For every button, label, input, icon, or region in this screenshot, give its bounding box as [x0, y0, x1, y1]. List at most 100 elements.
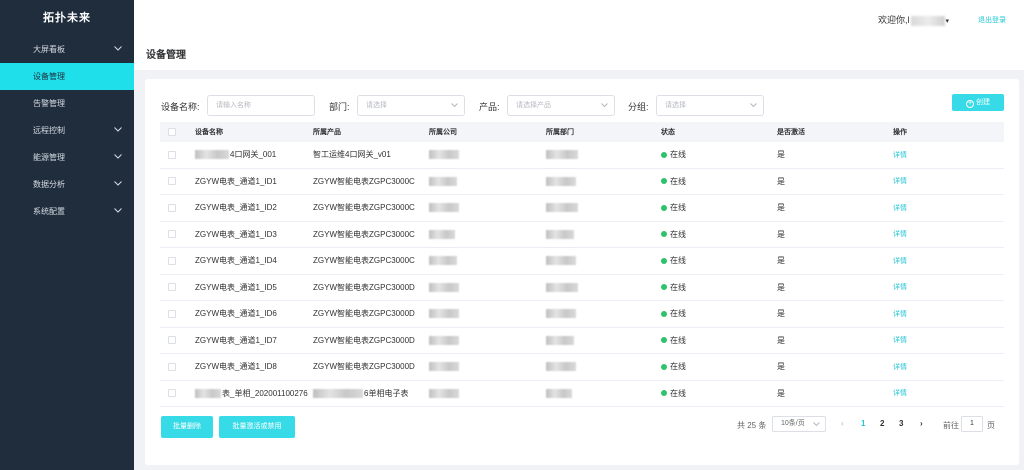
- details-link[interactable]: 详情: [893, 150, 907, 160]
- details-link[interactable]: 详情: [893, 309, 907, 319]
- details-link[interactable]: 详情: [893, 362, 907, 372]
- online-status-dot: [661, 204, 667, 211]
- details-link[interactable]: 详情: [893, 203, 907, 213]
- row-checkbox[interactable]: [168, 203, 176, 212]
- online-status-dot: [661, 231, 667, 238]
- goto-label: 前往: [943, 421, 959, 430]
- group-select[interactable]: 请选择: [656, 95, 764, 116]
- user-dropdown-icon[interactable]: ▾: [945, 18, 949, 25]
- company-cell: [429, 222, 455, 248]
- activated-cell: 是: [777, 301, 785, 327]
- row-checkbox[interactable]: [168, 150, 176, 159]
- redacted-text: [546, 388, 572, 398]
- product-cell: ZGYW智能电表ZGPC3000C: [313, 222, 415, 248]
- sidebar-item-label: 告警管理: [33, 99, 65, 108]
- row-checkbox-cell: [168, 169, 176, 195]
- redacted-text: [313, 388, 363, 398]
- brand-logo: 拓扑未来: [43, 12, 91, 24]
- device-name: ZGYW电表_通道1_ID8: [195, 362, 277, 372]
- row-checkbox[interactable]: [168, 230, 176, 239]
- device-name: ZGYW电表_通道1_ID5: [195, 282, 277, 292]
- redacted-text: [429, 335, 459, 345]
- details-link[interactable]: 详情: [893, 229, 907, 239]
- action-cell: 详情: [893, 248, 907, 274]
- company-cell: [429, 248, 457, 274]
- prev-page-icon[interactable]: ‹: [841, 419, 844, 428]
- row-checkbox[interactable]: [168, 389, 176, 398]
- row-checkbox[interactable]: [168, 283, 176, 292]
- batch-delete-button[interactable]: 批量删除: [161, 416, 213, 438]
- redacted-text: [429, 203, 459, 213]
- sidebar-item-label: 系统配置: [33, 207, 65, 216]
- product-cell: ZGYW智能电表ZGPC3000C: [313, 169, 415, 195]
- details-link[interactable]: 详情: [893, 256, 907, 266]
- row-checkbox[interactable]: [168, 362, 176, 371]
- device-name-placeholder: 请输入名称: [216, 102, 251, 109]
- sidebar-item-remote-control[interactable]: 远程控制: [0, 117, 134, 144]
- sidebar: 拓扑未来 大屏看板设备管理告警管理远程控制 能源管理 数据分析系统配置: [0, 0, 134, 470]
- product-cell: ZGYW智能电表ZGPC3000D: [313, 328, 415, 354]
- sidebar-item-label: 大屏看板: [33, 45, 65, 54]
- product-name: ZGYW智能电表ZGPC3000D: [313, 362, 415, 372]
- page-1[interactable]: 1: [861, 419, 865, 428]
- select-all-checkbox[interactable]: [168, 128, 176, 136]
- sidebar-item-energy-mgmt[interactable]: 能源管理: [0, 144, 134, 171]
- device-name-cell: ZGYW电表_通道1_ID8: [195, 354, 277, 380]
- header: 欢迎你,l ▾ 退出登录 设备管理: [134, 0, 1024, 70]
- dept-label: 部门:: [329, 102, 350, 112]
- status-cell: 在线: [661, 222, 686, 248]
- batch-activate-button[interactable]: 批量激活或禁用: [219, 416, 295, 438]
- welcome-label: 欢迎你,l: [877, 15, 910, 25]
- row-checkbox[interactable]: [168, 309, 176, 318]
- sidebar-item-alarm-mgmt[interactable]: 告警管理: [0, 90, 134, 117]
- details-link[interactable]: 详情: [893, 388, 907, 398]
- sidebar-item-device-mgmt[interactable]: 设备管理: [0, 63, 134, 90]
- select-all-checkbox-cell: [168, 122, 176, 142]
- chevron-down-icon: [601, 103, 608, 108]
- activated-cell: 是: [777, 142, 785, 168]
- logout-link[interactable]: 退出登录: [978, 15, 1006, 25]
- sidebar-item-system-config[interactable]: 系统配置: [0, 198, 134, 225]
- redacted-text: [546, 203, 578, 213]
- status-cell: 在线: [661, 354, 686, 380]
- create-button[interactable]: + 创建: [952, 94, 1004, 111]
- product-name: 智工运维4口网关_v01: [313, 150, 391, 160]
- activated-cell: 是: [777, 354, 785, 380]
- device-name-input[interactable]: 请输入名称: [207, 95, 315, 116]
- department-cell: [546, 142, 578, 168]
- activated-text: 是: [777, 362, 785, 372]
- row-checkbox-cell: [168, 381, 176, 407]
- chevron-down-icon: [112, 198, 124, 225]
- status-cell: 在线: [661, 328, 686, 354]
- goto-page-input[interactable]: 1: [961, 416, 983, 432]
- online-status-dot: [661, 390, 667, 397]
- device-name-cell: ZGYW电表_通道1_ID5: [195, 275, 277, 301]
- redacted-text: [429, 176, 457, 186]
- content-card: 设备名称: 请输入名称 部门: 请选择 产品: 请选择产品 分组: 请选择 + 创…: [145, 79, 1019, 465]
- details-link[interactable]: 详情: [893, 282, 907, 292]
- details-link[interactable]: 详情: [893, 335, 907, 345]
- device-name: 表_单相_202001100276: [222, 388, 308, 398]
- row-checkbox[interactable]: [168, 256, 176, 265]
- activated-cell: 是: [777, 195, 785, 221]
- details-link[interactable]: 详情: [893, 176, 907, 186]
- product-name: ZGYW智能电表ZGPC3000C: [313, 256, 415, 266]
- product-select[interactable]: 请选择产品: [507, 95, 615, 116]
- online-status-dot: [661, 284, 667, 291]
- company-cell: [429, 381, 459, 407]
- redacted-text: [429, 256, 457, 266]
- page-2[interactable]: 2: [880, 419, 884, 428]
- device-name: 4口网关_001: [230, 150, 277, 160]
- activated-text: 是: [777, 150, 785, 160]
- online-status-dot: [661, 310, 667, 317]
- row-checkbox[interactable]: [168, 177, 176, 186]
- row-checkbox-cell: [168, 354, 176, 380]
- sidebar-item-dashboard[interactable]: 大屏看板: [0, 36, 134, 63]
- sidebar-item-data-analysis[interactable]: 数据分析: [0, 171, 134, 198]
- next-page-icon[interactable]: ›: [920, 419, 923, 428]
- page-3[interactable]: 3: [899, 419, 903, 428]
- dept-select[interactable]: 请选择: [357, 95, 465, 116]
- chevron-down-icon: [112, 36, 124, 63]
- row-checkbox[interactable]: [168, 336, 176, 345]
- page-size-select[interactable]: 10条/页: [772, 416, 826, 432]
